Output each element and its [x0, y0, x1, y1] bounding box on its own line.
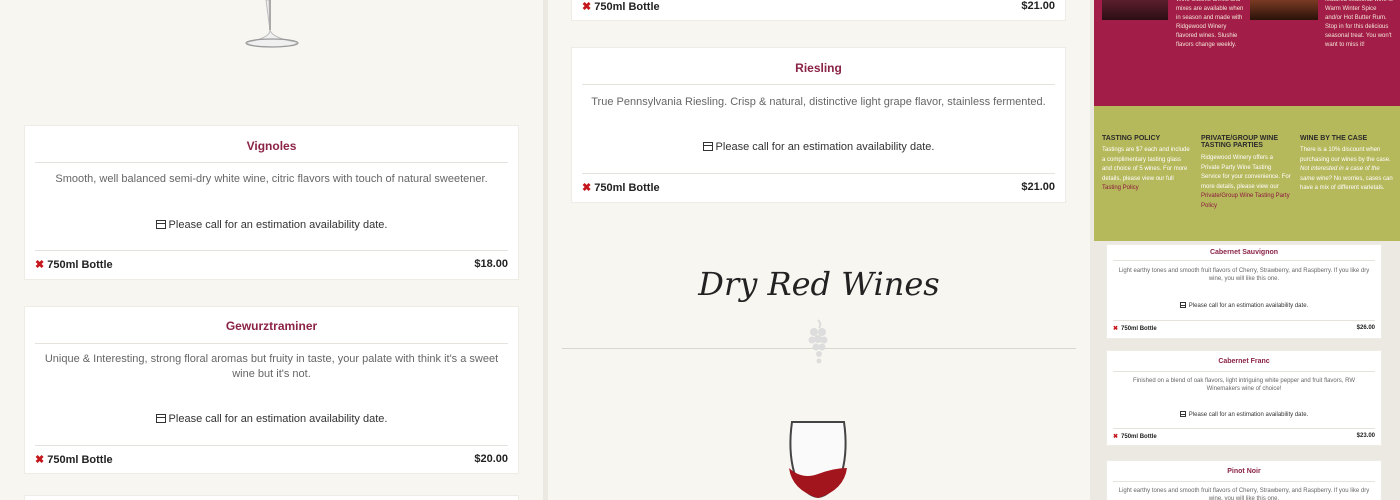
bottle-option[interactable]: ✖ 750ml Bottle — [1113, 433, 1157, 440]
availability-text: Please call for an estimation availabili… — [715, 141, 935, 153]
white-wine-glass-image — [245, 0, 299, 48]
availability-note: Please call for an estimation availabili… — [1107, 411, 1381, 418]
availability-text: Please call for an estimation availabili… — [1188, 412, 1309, 418]
divider — [1113, 320, 1375, 321]
bottle-option[interactable]: ✖ 750ml Bottle — [35, 258, 113, 271]
seasonal-text: featured seasonal wine is Warm Winter Sp… — [1325, 0, 1393, 48]
wine-card-pinot-noir: Pinot Noir Light earthy tones and smooth… — [1106, 460, 1382, 500]
wine-description: True Pennsylvania Riesling. Crisp & natu… — [591, 96, 1046, 108]
wine-title: Vignoles — [246, 139, 297, 153]
slushie-text: Wine Slushie drinks and mixes are availa… — [1176, 0, 1244, 48]
wine-description: Smooth, well balanced semi-dry white win… — [55, 173, 488, 185]
divider — [1113, 260, 1375, 261]
availability-text: Please call for an estimation availabili… — [168, 413, 388, 425]
divider — [35, 162, 508, 163]
bottle-label: 750ml Bottle — [1121, 434, 1157, 440]
bottle-price: $20.00 — [474, 453, 508, 465]
policy-title: PRIVATE/GROUP WINE TASTING PARTIES — [1201, 135, 1279, 149]
calendar-icon — [1179, 411, 1186, 417]
wine-title: Riesling — [795, 61, 842, 75]
bottle-option[interactable]: ✖ 750ml Bottle — [1113, 325, 1157, 332]
tasting-policy-link[interactable]: Tasting Policy — [1102, 185, 1139, 191]
divider — [582, 84, 1055, 85]
wine-description: Finished on a blend of oak flavors, ligh… — [1132, 378, 1355, 392]
bottle-option[interactable]: ✖ 750ml Bottle — [582, 181, 660, 194]
tasting-policy-text: Tastings are $7 each and include a compl… — [1102, 147, 1190, 191]
remove-icon[interactable]: ✖ — [582, 1, 591, 13]
divider — [1113, 371, 1375, 372]
bottle-label: 750ml Bottle — [594, 1, 660, 13]
wine-title: Pinot Noir — [1227, 468, 1261, 475]
wine-card-cabernet-franc: Cabernet Franc Finished on a blend of oa… — [1106, 350, 1382, 446]
middle-column: ✖ 750ml Bottle $21.00 Riesling True Penns… — [548, 0, 1090, 500]
wine-card-cabernet-sauvignon: Cabernet Sauvignon Light earthy tones an… — [1106, 244, 1382, 339]
slushie-photo — [1102, 0, 1168, 20]
remove-icon[interactable]: ✖ — [1113, 326, 1118, 332]
policies-banner: TASTING POLICY Tastings are $7 each and … — [1094, 106, 1400, 241]
bottle-price: $26.00 — [1356, 325, 1375, 331]
calendar-icon — [702, 142, 713, 151]
availability-note: Please call for an estimation availabili… — [1107, 302, 1381, 309]
divider — [35, 445, 508, 446]
availability-note: Please call for an estimation availabili… — [25, 219, 518, 231]
remove-icon[interactable]: ✖ — [35, 454, 44, 466]
remove-icon[interactable]: ✖ — [1113, 434, 1118, 440]
remove-icon[interactable]: ✖ — [582, 182, 591, 194]
left-column: Vignoles Smooth, well balanced semi-dry … — [0, 0, 543, 500]
bottle-price: $23.00 — [1356, 433, 1375, 439]
bottle-label: 750ml Bottle — [1121, 326, 1157, 332]
wine-title: Cabernet Franc — [1218, 358, 1270, 365]
divider — [35, 250, 508, 251]
private-party-text: Ridgewood Winery offers a Private Party … — [1201, 155, 1291, 209]
divider — [1113, 428, 1375, 429]
calendar-icon — [155, 414, 166, 423]
bottle-price: $18.00 — [474, 258, 508, 270]
calendar-icon — [1179, 302, 1186, 308]
availability-note: Please call for an estimation availabili… — [572, 141, 1065, 153]
policy-title: TASTING POLICY — [1102, 135, 1161, 142]
divider — [582, 173, 1055, 174]
wine-description: Unique & Interesting, strong floral arom… — [44, 353, 499, 380]
bottle-label: 750ml Bottle — [47, 259, 113, 271]
seasonal-photo — [1250, 0, 1318, 20]
red-wine-glass-image — [789, 421, 847, 499]
wine-card-previous: ✖ 750ml Bottle $21.00 — [571, 0, 1066, 21]
bottle-price: $21.00 — [1021, 181, 1055, 193]
wine-description: Light earthy tones and smooth fruit flav… — [1118, 268, 1370, 282]
case-text: There is a 10% discount when purchasing … — [1300, 147, 1393, 191]
wine-card-gewurztraminer: Gewurztraminer Unique & Interesting, str… — [24, 306, 519, 474]
grape-ornament-icon — [808, 319, 828, 364]
availability-text: Please call for an estimation availabili… — [168, 219, 388, 231]
bottle-label: 750ml Bottle — [47, 454, 113, 466]
availability-note: Please call for an estimation availabili… — [25, 413, 518, 425]
wine-title: Cabernet Sauvignon — [1209, 249, 1279, 256]
section-heading: Dry Red Wines — [698, 265, 940, 303]
bottle-option[interactable]: ✖ 750ml Bottle — [582, 0, 660, 13]
divider — [1113, 481, 1375, 482]
availability-text: Please call for an estimation availabili… — [1188, 303, 1309, 309]
promo-banner: Wine Slushie drinks and mixes are availa… — [1094, 0, 1400, 106]
remove-icon[interactable]: ✖ — [35, 259, 44, 271]
policy-title: WINE BY THE CASE — [1300, 135, 1368, 142]
wine-card-riesling: Riesling True Pennsylvania Riesling. Cri… — [571, 47, 1066, 203]
wine-card-next — [24, 495, 519, 500]
private-party-link[interactable]: Private/Group Wine Tasting Party Policy — [1201, 193, 1290, 209]
right-column: Wine Slushie drinks and mixes are availa… — [1094, 0, 1400, 500]
bottle-price: $21.00 — [1021, 0, 1055, 12]
divider — [35, 343, 508, 344]
bottle-label: 750ml Bottle — [594, 182, 660, 194]
calendar-icon — [155, 220, 166, 229]
bottle-option[interactable]: ✖ 750ml Bottle — [35, 453, 113, 466]
wine-description: Light earthy tones and smooth fruit flav… — [1118, 488, 1370, 500]
wine-title: Gewurztraminer — [225, 319, 318, 333]
wine-card-vignoles: Vignoles Smooth, well balanced semi-dry … — [24, 125, 519, 280]
